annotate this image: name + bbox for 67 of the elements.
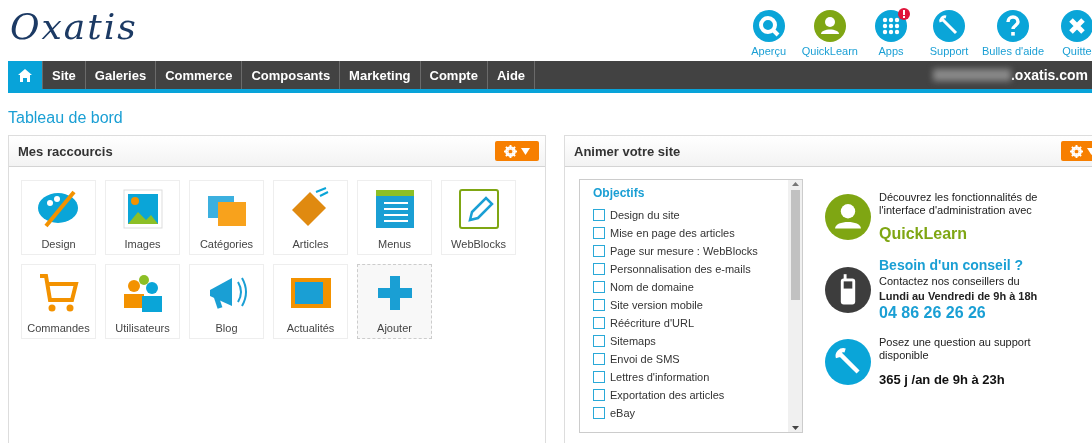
shortcut-tile[interactable]: Catégories xyxy=(189,180,264,255)
oxatis-logo[interactable]: Oxatis xyxy=(0,0,138,47)
home-icon xyxy=(18,68,32,82)
phone-number: 04 86 26 26 26 xyxy=(879,304,987,322)
help-icon xyxy=(997,10,1029,42)
checkbox-label[interactable]: Site version mobile xyxy=(610,299,703,311)
checkbox-label[interactable]: Réécriture d'URL xyxy=(610,317,695,329)
checkbox-label[interactable]: Personnalisation des e-mails xyxy=(610,263,751,275)
mobile-phone-icon xyxy=(825,266,871,313)
checkbox[interactable] xyxy=(593,281,605,293)
checkbox-label[interactable]: Page sur mesure : WebBlocks xyxy=(610,245,758,257)
domain-text: .oxatis.com xyxy=(1010,67,1088,83)
magnifier-icon xyxy=(752,10,785,42)
info-text: Posez une question au support disponible xyxy=(879,336,1032,362)
checkbox[interactable] xyxy=(593,407,605,419)
settings-button[interactable] xyxy=(1061,141,1092,161)
checkbox[interactable] xyxy=(593,209,605,221)
checkbox[interactable] xyxy=(593,227,605,239)
checkbox-label[interactable]: Lettres d'information xyxy=(610,371,710,383)
scroll-up-icon[interactable] xyxy=(791,182,799,186)
alert-badge-icon xyxy=(897,8,910,20)
checkbox-label[interactable]: eBay xyxy=(610,407,636,419)
checkbox[interactable] xyxy=(593,317,605,329)
opening-hours: Lundi au Vendredi de 9h à 18h xyxy=(879,290,1039,302)
page-title: Tableau de bord xyxy=(8,109,124,127)
checkbox[interactable] xyxy=(593,389,605,401)
close-icon xyxy=(1061,10,1092,42)
checkbox[interactable] xyxy=(593,245,605,257)
scroll-thumb[interactable] xyxy=(790,190,800,300)
shortcut-tile[interactable]: Utilisateurs xyxy=(105,264,180,339)
shortcut-tile[interactable]: Articles xyxy=(273,180,348,255)
shortcut-tile[interactable]: WebBlocks xyxy=(441,180,516,255)
checkbox-label[interactable]: Nom de domaine xyxy=(610,281,694,293)
home-tab[interactable] xyxy=(8,61,43,89)
checkbox-label[interactable]: Sitemaps xyxy=(610,335,656,347)
shortcut-tile[interactable]: Design xyxy=(21,180,96,255)
user-icon xyxy=(825,194,871,240)
checkbox[interactable] xyxy=(593,371,605,383)
checkbox-label[interactable]: Exportation des articles xyxy=(610,389,725,401)
shortcut-tile[interactable]: Commandes xyxy=(21,264,96,339)
user-icon xyxy=(813,10,846,42)
checkbox[interactable] xyxy=(593,263,605,275)
support-hours: 365 j /an de 9h à 23h xyxy=(879,372,1006,387)
scroll-down-icon[interactable] xyxy=(791,426,799,430)
checkbox-label[interactable]: Envoi de SMS xyxy=(610,353,680,365)
shortcut-tile[interactable]: Actualités xyxy=(273,264,348,339)
checkbox[interactable] xyxy=(593,335,605,347)
shortcut-tile[interactable]: Menus xyxy=(357,180,432,255)
checkbox[interactable] xyxy=(593,353,605,365)
gear-icon xyxy=(504,144,517,158)
list-heading: Objectifs xyxy=(593,186,646,200)
checkbox[interactable] xyxy=(593,299,605,311)
scrollbar[interactable] xyxy=(788,180,802,432)
shortcut-tile[interactable]: Images xyxy=(105,180,180,255)
gear-icon xyxy=(1070,144,1083,158)
panel-title: Animer votre site xyxy=(574,143,681,159)
shortcut-tile[interactable]: Ajouter xyxy=(357,264,432,339)
settings-button[interactable] xyxy=(495,141,539,161)
caret-icon xyxy=(521,147,530,155)
checkbox-label[interactable]: Design du site xyxy=(610,209,680,221)
shortcut-tile[interactable]: Blog xyxy=(189,264,264,339)
panel-title: Mes raccourcis xyxy=(18,143,113,159)
checkbox-label[interactable]: Mise en page des articles xyxy=(610,227,735,239)
apps-icon xyxy=(874,10,907,42)
advice-heading: Besoin d'un conseil ? xyxy=(879,257,1025,273)
info-text: Contactez nos conseillers du xyxy=(879,275,1021,288)
info-text: Découvrez les fonctionnalités de l'interface d'administration avec xyxy=(879,191,1039,217)
